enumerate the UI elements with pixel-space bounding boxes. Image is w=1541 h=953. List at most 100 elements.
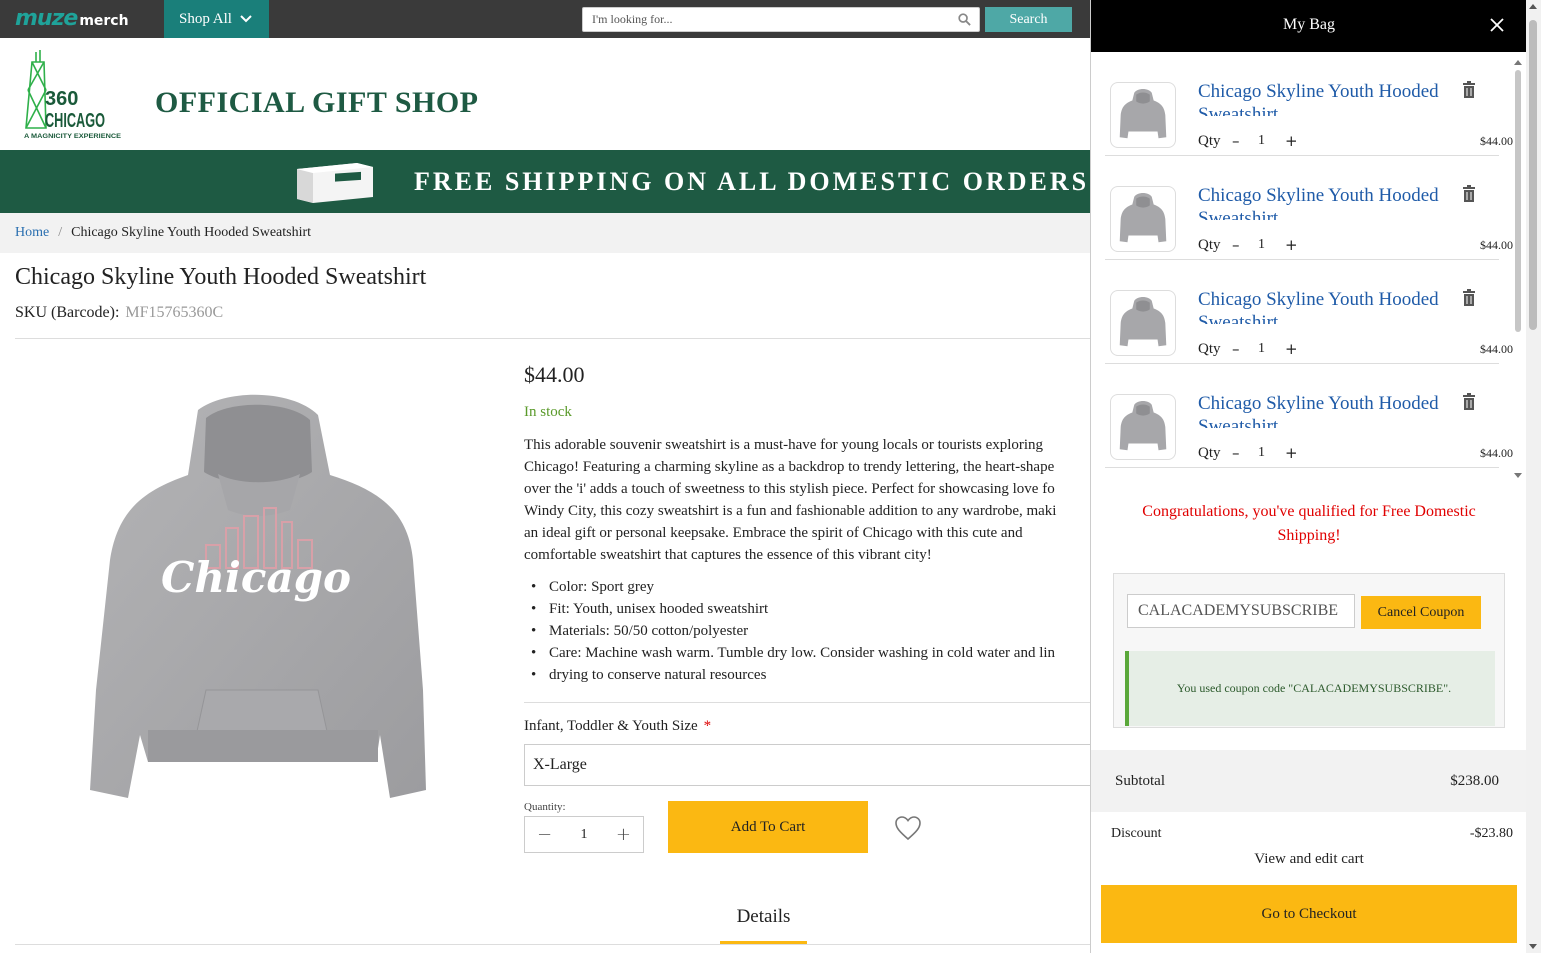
heart-icon[interactable] xyxy=(894,815,922,841)
trash-icon[interactable] xyxy=(1462,81,1476,98)
bag-item: Chicago Skyline Youth Hooded Sweatshirt … xyxy=(1105,364,1513,468)
bag-item-thumbnail[interactable] xyxy=(1110,186,1176,252)
search-input[interactable] xyxy=(583,8,943,31)
scroll-down-arrow-icon[interactable] xyxy=(1529,944,1537,949)
add-to-cart-button[interactable]: Add To Cart xyxy=(668,801,868,853)
breadcrumb-current: Chicago Skyline Youth Hooded Sweatshirt xyxy=(71,225,312,240)
quantity-increase-button[interactable]: + xyxy=(616,824,631,845)
breadcrumb: Home / Chicago Skyline Youth Hooded Swea… xyxy=(0,213,1090,253)
bag-items-scrollbar[interactable] xyxy=(1513,60,1523,480)
bag-item-name[interactable]: Chicago Skyline Youth Hooded xyxy=(1198,392,1458,416)
bag-item-qty-increase[interactable]: + xyxy=(1285,340,1298,358)
coupon-section: CALACADEMYSUBSCRIBE Cancel Coupon You us… xyxy=(1113,573,1505,728)
close-icon[interactable] xyxy=(1488,16,1506,34)
coupon-code-field[interactable]: CALACADEMYSUBSCRIBE xyxy=(1127,594,1355,628)
size-select[interactable]: X-Large xyxy=(524,744,1094,786)
feature-item: Care: Machine wash warm. Tumble dry low.… xyxy=(524,642,1090,664)
bag-item-name-cont-text: Sweatshirt xyxy=(1198,208,1279,220)
scrollbar-thumb[interactable] xyxy=(1529,20,1537,330)
scroll-up-arrow-icon[interactable] xyxy=(1529,4,1537,9)
bag-item-price: $44.00 xyxy=(1480,134,1513,148)
bag-item-name[interactable]: Chicago Skyline Youth Hooded xyxy=(1198,288,1458,312)
cancel-coupon-button[interactable]: Cancel Coupon xyxy=(1361,596,1481,629)
bag-item-qty-increase[interactable]: + xyxy=(1285,444,1298,462)
bag-item-qty-label: Qty xyxy=(1198,237,1221,253)
logo-360-text: 360 xyxy=(45,88,78,110)
bag-item-qty-decrease[interactable]: – xyxy=(1232,132,1240,150)
scroll-up-arrow-icon[interactable] xyxy=(1514,60,1522,65)
free-shipping-banner[interactable]: FREE SHIPPING ON ALL DOMESTIC ORDERS xyxy=(0,150,1090,213)
divider xyxy=(15,338,1090,339)
bag-item-name-cont-text: Sweatshirt xyxy=(1198,416,1279,428)
bag-item-name-cont: Sweatshirt xyxy=(1198,208,1458,220)
bag-item-name-cont-text: Sweatshirt xyxy=(1198,312,1279,324)
quantity-decrease-button[interactable]: − xyxy=(537,824,552,845)
tab-details[interactable]: Details xyxy=(720,906,807,944)
size-label: Infant, Toddler & Youth Size * xyxy=(524,718,711,735)
description-line: Chicago! Featuring a charming skyline as… xyxy=(524,459,1055,475)
view-edit-cart-link[interactable]: View and edit cart xyxy=(1091,851,1527,868)
sku-value: MF15765360C xyxy=(125,304,224,321)
bag-item-qty-value[interactable]: 1 xyxy=(1258,237,1265,253)
size-label-text: Infant, Toddler & Youth Size xyxy=(524,718,698,734)
free-shipping-text: FREE SHIPPING ON ALL DOMESTIC ORDERS xyxy=(414,167,1090,196)
trash-icon[interactable] xyxy=(1462,185,1476,202)
checkout-button[interactable]: Go to Checkout xyxy=(1101,885,1517,943)
bag-item-name-cont: Sweatshirt xyxy=(1198,104,1458,116)
size-selected-value: X-Large xyxy=(533,756,587,773)
subtotal-row: Subtotal $238.00 xyxy=(1091,750,1527,812)
bag-item-qty-label: Qty xyxy=(1198,341,1221,357)
feature-item: Materials: 50/50 cotton/polyester xyxy=(524,620,1090,642)
quantity-stepper: − 1 + xyxy=(524,816,644,853)
trash-icon[interactable] xyxy=(1462,289,1476,306)
bag-item: Chicago Skyline Youth Hooded Sweatshirt … xyxy=(1105,156,1513,260)
product-features: Color: Sport grey Fit: Youth, unisex hoo… xyxy=(524,576,1090,686)
product-image-hoodie[interactable]: Chicago xyxy=(78,390,438,810)
quantity-value[interactable]: 1 xyxy=(581,827,588,843)
shop-all-label: Shop All xyxy=(179,10,232,27)
breadcrumb-home[interactable]: Home xyxy=(15,225,49,241)
description-line: This adorable souvenir sweatshirt is a m… xyxy=(524,437,1044,453)
bag-item-qty-increase[interactable]: + xyxy=(1285,132,1298,150)
quantity-label: Quantity: xyxy=(524,801,566,813)
page-scrollbar[interactable] xyxy=(1526,0,1541,953)
subtotal-label: Subtotal xyxy=(1115,773,1166,789)
bag-item-price: $44.00 xyxy=(1480,342,1513,356)
scrollbar-thumb[interactable] xyxy=(1515,70,1521,332)
bag-item-qty-value[interactable]: 1 xyxy=(1258,133,1265,149)
muze-merch-logo[interactable]: muze merch xyxy=(15,6,129,32)
divider xyxy=(524,702,1090,703)
product-sku: SKU (Barcode): MF15765360C xyxy=(15,304,223,322)
search-button[interactable]: Search xyxy=(985,7,1072,32)
bag-item-name[interactable]: Chicago Skyline Youth Hooded xyxy=(1198,80,1458,104)
scroll-down-arrow-icon[interactable] xyxy=(1514,473,1522,478)
brand-main: muze xyxy=(15,6,78,31)
sku-label: SKU (Barcode): xyxy=(15,304,120,321)
bag-item: Chicago Skyline Youth Hooded Sweatshirt … xyxy=(1105,52,1513,156)
shop-all-menu[interactable]: Shop All xyxy=(164,0,269,38)
required-mark: * xyxy=(703,718,712,734)
hoodie-lettering: Chicago xyxy=(161,553,351,602)
bag-item-name[interactable]: Chicago Skyline Youth Hooded xyxy=(1198,184,1458,208)
bag-item-qty-value[interactable]: 1 xyxy=(1258,445,1265,461)
product-price: $44.00 xyxy=(524,362,585,387)
top-nav-bar: muze merch Shop All Search xyxy=(0,0,1090,38)
bag-item-qty-decrease[interactable]: – xyxy=(1232,444,1240,462)
bag-item-qty-decrease[interactable]: – xyxy=(1232,236,1240,254)
bag-item-qty-value[interactable]: 1 xyxy=(1258,341,1265,357)
feature-item-cont-text: drying to conserve natural resources xyxy=(549,667,767,683)
trash-icon[interactable] xyxy=(1462,393,1476,410)
bag-items-list: Chicago Skyline Youth Hooded Sweatshirt … xyxy=(1091,52,1527,480)
gift-shop-title: OFFICIAL GIFT SHOP xyxy=(155,86,479,119)
bag-item-thumbnail[interactable] xyxy=(1110,290,1176,356)
bag-item-thumbnail[interactable] xyxy=(1110,394,1176,460)
breadcrumb-separator: / xyxy=(58,225,63,240)
bag-item-qty-increase[interactable]: + xyxy=(1285,236,1298,254)
product-title: Chicago Skyline Youth Hooded Sweatshirt xyxy=(15,264,427,290)
360-chicago-logo[interactable]: 360 CHICAGO A MAGNICITY EXPERIENCE xyxy=(22,50,127,142)
description-line: an ideal gift or personal keepsake. Embr… xyxy=(524,525,1023,541)
bag-item-qty-decrease[interactable]: – xyxy=(1232,340,1240,358)
search-icon[interactable] xyxy=(958,13,971,26)
divider xyxy=(15,944,1090,945)
bag-item-thumbnail[interactable] xyxy=(1110,82,1176,148)
